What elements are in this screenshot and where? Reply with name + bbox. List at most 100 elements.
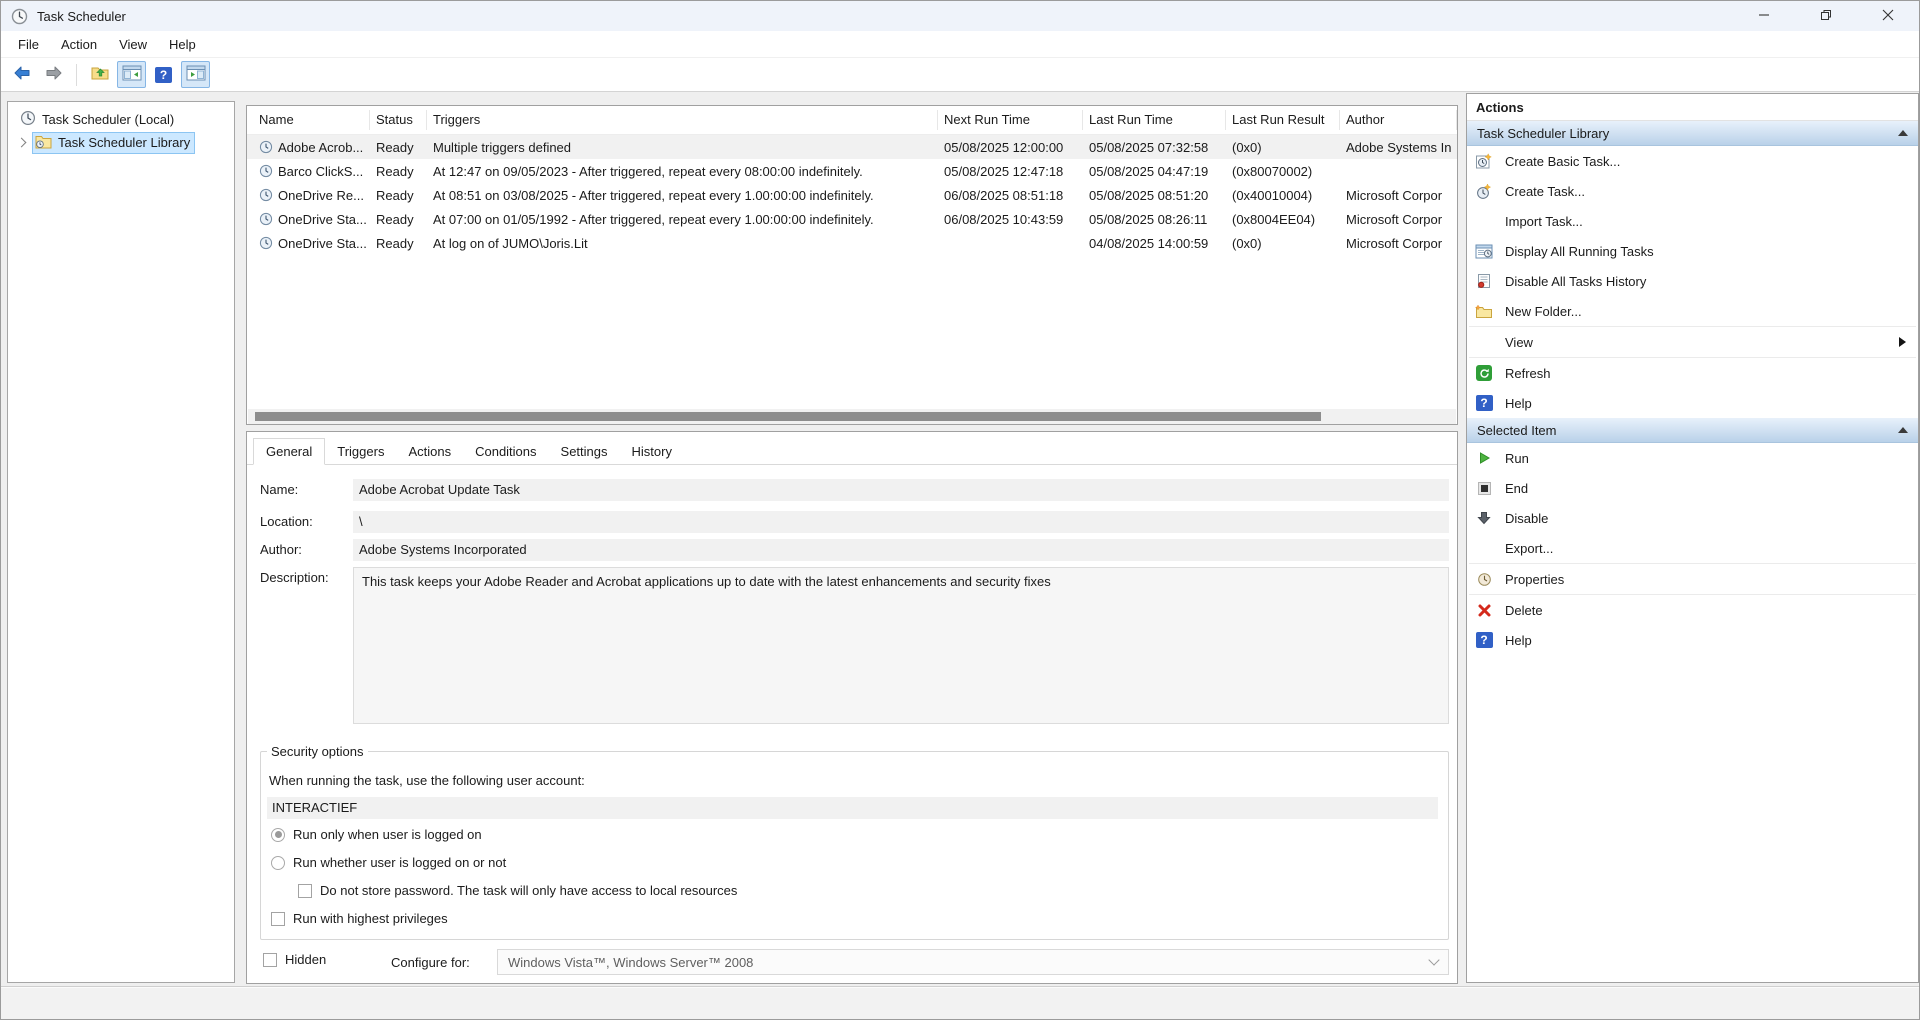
action-view[interactable]: View — [1467, 327, 1918, 357]
task-last-run: 05/08/2025 07:32:58 — [1083, 140, 1226, 155]
task-last-run: 04/08/2025 14:00:59 — [1083, 236, 1226, 251]
up-one-level-button[interactable] — [85, 61, 114, 88]
help-icon: ? — [1474, 394, 1494, 412]
show-action-pane-button[interactable] — [181, 61, 210, 88]
clock-icon — [20, 110, 36, 129]
help-icon: ? — [155, 67, 172, 83]
table-row[interactable]: OneDrive Sta... Ready At log on of JUMO\… — [247, 231, 1457, 255]
action-export[interactable]: Export... — [1467, 533, 1918, 563]
column-header-next-run[interactable]: Next Run Time — [938, 110, 1083, 130]
action-properties[interactable]: Properties — [1467, 564, 1918, 594]
action-delete[interactable]: Delete — [1467, 595, 1918, 625]
group-header-label: Selected Item — [1477, 423, 1557, 438]
create-task-icon — [1474, 182, 1494, 200]
tree-item-task-scheduler-library[interactable]: Task Scheduler Library — [8, 131, 234, 154]
display-running-tasks-icon — [1474, 242, 1494, 260]
back-button[interactable] — [7, 61, 36, 88]
column-header-triggers[interactable]: Triggers — [427, 110, 938, 130]
tab-conditions[interactable]: Conditions — [463, 438, 548, 465]
group-header-label: Task Scheduler Library — [1477, 126, 1609, 141]
actions-panel: Actions Task Scheduler Library Create Ba… — [1466, 93, 1919, 983]
table-row[interactable]: OneDrive Re... Ready At 08:51 on 03/08/2… — [247, 183, 1457, 207]
horizontal-scrollbar[interactable] — [248, 409, 1456, 424]
task-status: Ready — [370, 140, 427, 155]
column-header-status[interactable]: Status — [370, 110, 427, 130]
collapse-icon[interactable] — [1898, 130, 1908, 136]
column-header-last-run[interactable]: Last Run Time — [1083, 110, 1226, 130]
tab-general[interactable]: General — [253, 438, 325, 465]
task-name: Adobe Acrob... — [278, 140, 363, 155]
task-clock-icon — [259, 188, 273, 202]
restore-button[interactable] — [1795, 1, 1857, 31]
action-new-folder[interactable]: New Folder... — [1467, 296, 1918, 326]
no-icon — [1474, 333, 1494, 351]
tab-settings[interactable]: Settings — [549, 438, 620, 465]
radio-run-logged-on-or-not[interactable]: Run whether user is logged on or not — [271, 855, 506, 870]
configure-for-dropdown[interactable]: Windows Vista™, Windows Server™ 2008 — [497, 949, 1449, 975]
tab-actions[interactable]: Actions — [396, 438, 463, 465]
table-row[interactable]: Barco ClickS... Ready At 12:47 on 09/05/… — [247, 159, 1457, 183]
action-help-selected[interactable]: ? Help — [1467, 625, 1918, 655]
tab-triggers[interactable]: Triggers — [325, 438, 396, 465]
no-icon — [1474, 212, 1494, 230]
column-header-last-result[interactable]: Last Run Result — [1226, 110, 1340, 130]
menu-help[interactable]: Help — [158, 33, 207, 56]
action-import-task[interactable]: Import Task... — [1467, 206, 1918, 236]
restore-icon — [1820, 9, 1832, 24]
disable-icon — [1474, 509, 1494, 527]
menu-file[interactable]: File — [7, 33, 50, 56]
action-label: Refresh — [1505, 366, 1551, 381]
table-row[interactable]: OneDrive Sta... Ready At 07:00 on 01/05/… — [247, 207, 1457, 231]
action-create-basic-task[interactable]: Create Basic Task... — [1467, 146, 1918, 176]
task-clock-icon — [259, 236, 273, 250]
help-button[interactable]: ? — [149, 61, 178, 88]
group-header-selected-item[interactable]: Selected Item — [1467, 418, 1918, 443]
menu-view[interactable]: View — [108, 33, 158, 56]
action-help[interactable]: ? Help — [1467, 388, 1918, 418]
help-icon: ? — [1474, 631, 1494, 649]
menubar: File Action View Help — [1, 31, 1919, 58]
task-last-result: (0x0) — [1226, 140, 1340, 155]
action-end[interactable]: End — [1467, 473, 1918, 503]
task-last-result: (0x0) — [1226, 236, 1340, 251]
tree-item-task-scheduler-local[interactable]: Task Scheduler (Local) — [8, 108, 234, 131]
description-field: This task keeps your Adobe Reader and Ac… — [353, 567, 1449, 724]
author-label: Author: — [260, 542, 302, 557]
checkbox-run-highest-privileges[interactable]: Run with highest privileges — [271, 911, 448, 926]
column-header-name[interactable]: Name — [253, 110, 370, 130]
task-next-run: 06/08/2025 08:51:18 — [938, 188, 1083, 203]
radio-label: Run only when user is logged on — [293, 827, 482, 842]
details-footer: Hidden Configure for: Windows Vista™, Wi… — [247, 952, 1457, 982]
collapse-icon[interactable] — [1898, 427, 1908, 433]
action-display-all-running-tasks[interactable]: Display All Running Tasks — [1467, 236, 1918, 266]
tree-root-label: Task Scheduler (Local) — [42, 112, 174, 127]
task-next-run: 06/08/2025 10:43:59 — [938, 212, 1083, 227]
scrollbar-thumb[interactable] — [255, 412, 1321, 421]
details-tabs: General Triggers Actions Conditions Sett… — [253, 438, 684, 465]
action-label: Help — [1505, 633, 1532, 648]
menu-action[interactable]: Action — [50, 33, 108, 56]
task-clock-icon — [259, 212, 273, 226]
action-disable-all-tasks-history[interactable]: Disable All Tasks History — [1467, 266, 1918, 296]
task-status: Ready — [370, 236, 427, 251]
show-console-tree-button[interactable] — [117, 61, 146, 88]
forward-button[interactable] — [39, 61, 68, 88]
table-row[interactable]: Adobe Acrob... Ready Multiple triggers d… — [247, 135, 1457, 159]
action-disable[interactable]: Disable — [1467, 503, 1918, 533]
expander-icon[interactable] — [17, 138, 27, 148]
checkbox-do-not-store-password[interactable]: Do not store password. The task will onl… — [298, 883, 737, 898]
action-refresh[interactable]: Refresh — [1467, 358, 1918, 388]
checkbox-hidden[interactable]: Hidden — [263, 952, 326, 967]
statusbar — [1, 986, 1919, 1020]
column-header-author[interactable]: Author — [1340, 110, 1457, 130]
radio-run-logged-on[interactable]: Run only when user is logged on — [271, 827, 482, 842]
tab-history[interactable]: History — [620, 438, 684, 465]
group-header-task-scheduler-library[interactable]: Task Scheduler Library — [1467, 121, 1918, 146]
task-triggers: At 12:47 on 09/05/2023 - After triggered… — [427, 164, 938, 179]
minimize-button[interactable] — [1733, 1, 1795, 31]
action-create-task[interactable]: Create Task... — [1467, 176, 1918, 206]
close-button[interactable] — [1857, 1, 1919, 31]
action-run[interactable]: Run — [1467, 443, 1918, 473]
task-triggers: At 07:00 on 01/05/1992 - After triggered… — [427, 212, 938, 227]
tree-child-label: Task Scheduler Library — [58, 135, 190, 150]
